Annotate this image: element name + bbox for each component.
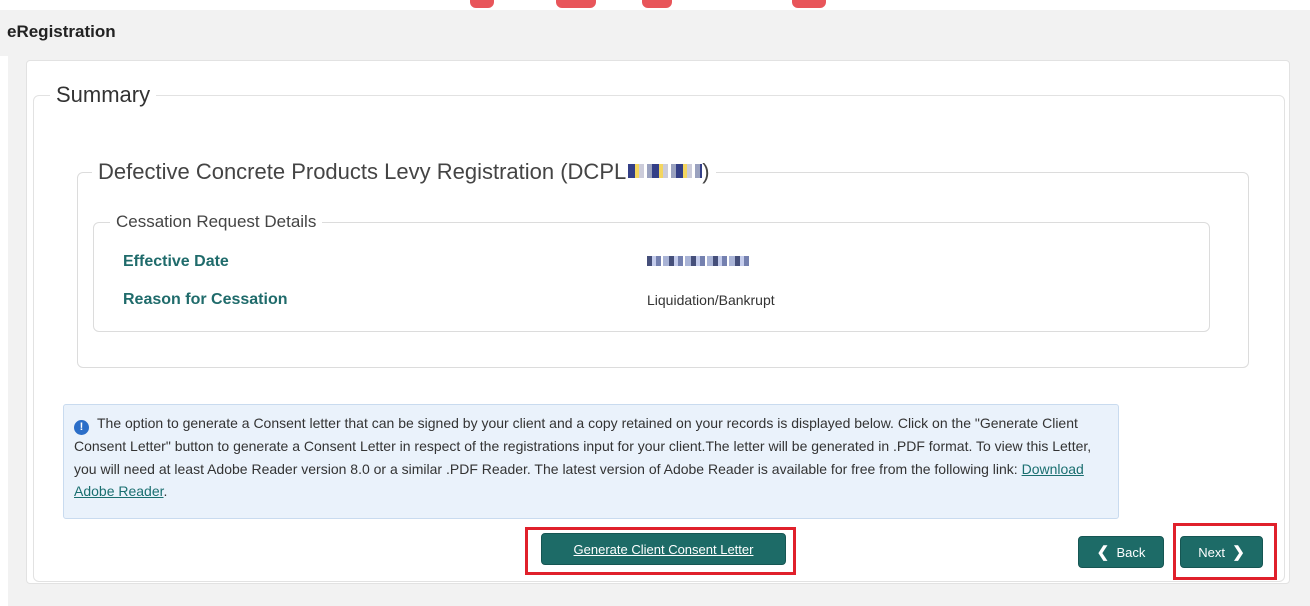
registration-legend: Defective Concrete Products Levy Registr… [92,159,716,185]
page-title: eRegistration [7,22,116,41]
chevron-right-icon: ❯ [1232,544,1245,561]
decorative-mark [792,0,826,8]
cessation-details-legend: Cessation Request Details [116,212,317,231]
registration-legend-prefix: Defective Concrete Products Levy Registr… [98,159,627,184]
chevron-left-icon: ❮ [1096,544,1110,561]
next-button-label: Next [1198,544,1225,560]
decorative-mark [642,0,672,8]
back-button-label: Back [1116,544,1146,560]
back-button[interactable]: ❮ Back [1078,536,1164,568]
reason-for-cessation-label: Reason for Cessation [123,291,288,308]
redacted-registration-number [628,164,703,179]
generate-consent-letter-button[interactable]: Generate Client Consent Letter [541,533,786,565]
reason-for-cessation-value: Liquidation/Bankrupt [647,292,775,308]
summary-legend: Summary [56,82,151,107]
effective-date-label: Effective Date [123,253,229,270]
info-text-end: . [163,483,168,500]
redacted-effective-date-value [647,256,749,266]
info-text: The option to generate a Consent letter … [74,415,1092,477]
info-circle-icon: ! [74,420,89,435]
cessation-details-fieldset: Cessation Request Details [93,212,1210,332]
decorative-mark [556,0,596,8]
next-button[interactable]: Next ❯ [1180,536,1263,568]
registration-legend-suffix: ) [702,159,710,184]
page-header: eRegistration [0,10,1310,56]
top-decorative-strip [0,0,1310,10]
consent-info-box: ! The option to generate a Consent letter… [63,404,1119,519]
decorative-mark [470,0,494,8]
